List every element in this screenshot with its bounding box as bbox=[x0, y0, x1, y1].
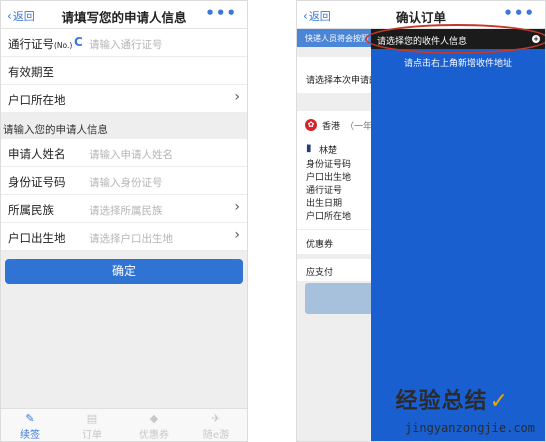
tab-label: 续签 bbox=[20, 430, 40, 441]
check-icon: ✓ bbox=[489, 389, 509, 414]
plane-icon: ✈ bbox=[211, 412, 221, 425]
chevron-right-icon: › bbox=[234, 89, 240, 105]
payment-row: 应支付 bbox=[297, 259, 373, 281]
payment-label: 应支付 bbox=[306, 268, 334, 278]
coupon-row[interactable]: 优惠券 bbox=[297, 229, 373, 254]
region-label: 香港 bbox=[322, 122, 341, 132]
confirm-button[interactable]: 确定 bbox=[5, 259, 243, 284]
tab-2[interactable]: ◆ 优惠券 bbox=[129, 412, 179, 441]
section-header: 请输入您的申请人信息 bbox=[1, 117, 247, 139]
left-phone-screen: ‹返回 请填写您的申请人信息 ••• 通行证号(No.) C 请输入通行证号有效期至… bbox=[0, 0, 248, 442]
field-label: 申请人姓名 bbox=[8, 146, 66, 162]
recipient-header[interactable]: 请选择您的收件人信息 + bbox=[371, 29, 545, 49]
field-label-text: 有效期至 bbox=[8, 65, 54, 79]
input-field[interactable]: 请选择户口出生地 bbox=[89, 231, 173, 246]
add-address-hint: 请点击右上角新增收件地址 bbox=[403, 59, 512, 69]
field-label-suffix: (No.) bbox=[54, 41, 73, 50]
pay-button[interactable] bbox=[305, 283, 375, 314]
form-row[interactable]: 户口出生地 请选择户口出生地 › bbox=[1, 223, 247, 251]
form-row[interactable]: 申请人姓名 请输入申请人姓名 bbox=[1, 139, 247, 167]
field-label: 有效期至 bbox=[8, 64, 54, 80]
applicant-name: 林楚 bbox=[319, 146, 338, 156]
hong-kong-flag-icon: ✿ bbox=[305, 119, 317, 131]
field-label: 户口出生地 bbox=[8, 230, 66, 246]
input-field[interactable]: 请输入通行证号 bbox=[89, 37, 163, 52]
more-menu-icon[interactable]: ••• bbox=[503, 4, 535, 22]
input-field[interactable]: 请选择所属民族 bbox=[89, 203, 163, 218]
applicant-field: 出生日期 bbox=[306, 199, 343, 209]
coupon-label: 优惠券 bbox=[306, 240, 334, 250]
applicant-card[interactable]: ✿ 香港 （一年 ▮ 林楚 身份证号码户口出生地通行证号出生日期户口所在地 bbox=[297, 111, 373, 229]
nav-bar: ‹返回 确认订单 ••• bbox=[297, 1, 545, 29]
tab-1[interactable]: ▤ 订单 bbox=[67, 412, 117, 441]
applicant-field: 通行证号 bbox=[306, 186, 343, 196]
field-label: 通行证号(No.) bbox=[8, 36, 72, 52]
tab-3[interactable]: ✈ 随e游 bbox=[191, 412, 241, 441]
field-label-text: 户口所在地 bbox=[8, 93, 66, 107]
validity-label: （一年 bbox=[345, 122, 373, 132]
watermark-url: jingyanzongjie.com bbox=[404, 421, 535, 435]
watermark-logo: 经验总结✓ bbox=[395, 389, 509, 414]
recipient-header-text: 请选择您的收件人信息 bbox=[377, 37, 468, 47]
bottom-tab-bar: ✎ 续签 ▤ 订单 ◆ 优惠券 ✈ 随e游 bbox=[1, 408, 247, 441]
field-label-text: 户口出生地 bbox=[8, 231, 66, 245]
applicant-field: 户口所在地 bbox=[306, 212, 352, 222]
field-label: 所属民族 bbox=[8, 202, 54, 218]
form-row[interactable]: 通行证号(No.) C 请输入通行证号 bbox=[1, 29, 247, 57]
recipient-overlay-panel: 请选择您的收件人信息 + 请点击右上角新增收件地址 经验总结✓ jingyanz… bbox=[371, 29, 545, 441]
tab-label: 订单 bbox=[82, 430, 102, 441]
tab-0[interactable]: ✎ 续签 bbox=[5, 412, 55, 441]
nav-bar: ‹返回 请填写您的申请人信息 ••• bbox=[1, 1, 247, 29]
choose-applicant-text: 请选择本次申请的 bbox=[306, 76, 379, 86]
field-label-text: 身份证号码 bbox=[8, 175, 66, 189]
more-menu-icon[interactable]: ••• bbox=[205, 4, 237, 22]
form-row[interactable]: 有效期至 bbox=[1, 57, 247, 85]
right-phone-screen: ‹返回 确认订单 ••• 快递人员将会按照 请选择本次申请的 ✿ 香港 （一年 … bbox=[296, 0, 546, 442]
applicant-field: 身份证号码 bbox=[306, 160, 352, 170]
tag-icon: ◆ bbox=[149, 412, 159, 425]
field-label: 户口所在地 bbox=[8, 92, 66, 108]
field-label-text: 所属民族 bbox=[8, 203, 54, 217]
form-row[interactable]: 所属民族 请选择所属民族 › bbox=[1, 195, 247, 223]
field-label: 身份证号码 bbox=[8, 174, 66, 190]
applicant-field: 户口出生地 bbox=[306, 173, 352, 183]
passport-icon: ▮ bbox=[306, 143, 312, 154]
add-address-icon[interactable]: + bbox=[532, 35, 540, 43]
scan-icon[interactable]: C bbox=[74, 35, 83, 49]
chevron-right-icon: › bbox=[234, 227, 240, 243]
field-label-text: 申请人姓名 bbox=[8, 147, 66, 161]
tab-label: 优惠券 bbox=[139, 430, 169, 441]
tab-label: 随e游 bbox=[202, 430, 230, 441]
form-row[interactable]: 户口所在地 › bbox=[1, 85, 247, 113]
choose-applicant-row[interactable]: 请选择本次申请的 bbox=[297, 57, 378, 93]
document-icon: ▤ bbox=[86, 412, 98, 425]
input-field[interactable]: 请输入申请人姓名 bbox=[89, 147, 173, 162]
field-label-text: 通行证号 bbox=[8, 37, 54, 51]
input-field[interactable]: 请输入身份证号 bbox=[89, 175, 163, 190]
edit-icon: ✎ bbox=[25, 412, 35, 425]
chevron-right-icon: › bbox=[234, 199, 240, 215]
form-row[interactable]: 身份证号码 请输入身份证号 bbox=[1, 167, 247, 195]
